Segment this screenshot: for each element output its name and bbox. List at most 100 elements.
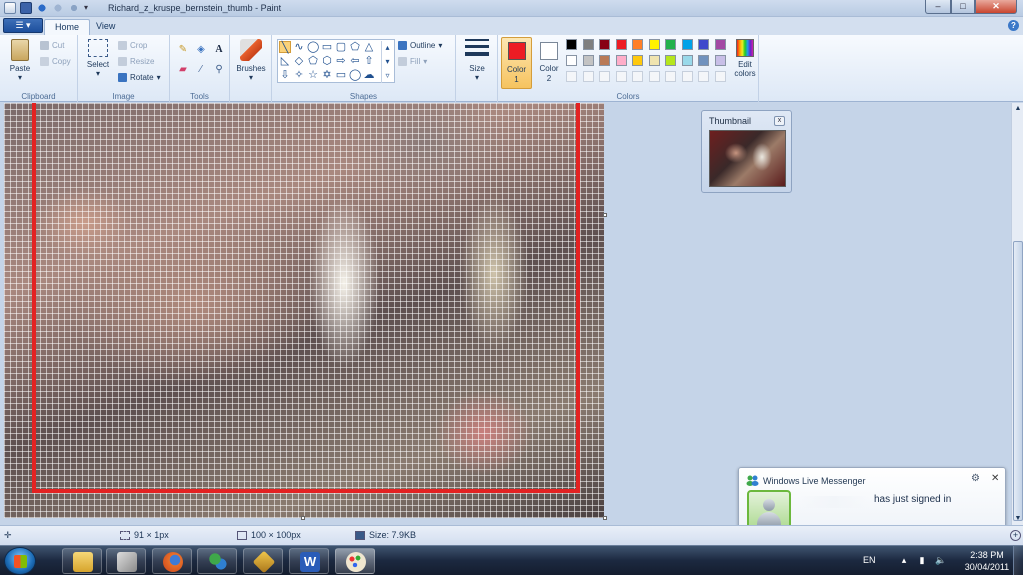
print-preview-icon[interactable] xyxy=(68,2,80,14)
right-arrow-shape-icon[interactable]: ⇨ xyxy=(335,55,347,67)
palette-swatch[interactable] xyxy=(714,55,726,66)
paint-menu-button[interactable]: ☰ ▾ xyxy=(3,18,43,33)
custom-color-slot[interactable] xyxy=(566,71,577,82)
color2-button[interactable]: Color 2 xyxy=(535,37,563,89)
pentagon-shape-icon[interactable]: ⬠ xyxy=(307,55,319,67)
messenger-close-icon[interactable]: ✕ xyxy=(991,473,999,484)
taskbar-explorer-button[interactable] xyxy=(62,548,102,574)
right-triangle-shape-icon[interactable]: ◺ xyxy=(279,55,291,67)
left-arrow-shape-icon[interactable]: ⇦ xyxy=(349,55,361,67)
taskbar-paint-button[interactable] xyxy=(335,548,375,574)
palette-swatch[interactable] xyxy=(665,39,676,50)
taskbar-network-button[interactable] xyxy=(106,548,146,574)
scroll-up-icon[interactable]: ▲ xyxy=(1013,104,1023,114)
custom-color-slot[interactable] xyxy=(698,71,709,82)
clock-time[interactable]: 2:38 PM xyxy=(957,550,1017,560)
four-point-star-shape-icon[interactable]: ✧ xyxy=(293,69,305,81)
rectangle-shape-icon[interactable]: ▭ xyxy=(321,41,333,53)
eraser-icon[interactable]: ▰ xyxy=(176,63,190,77)
vertical-scrollbar[interactable]: ▲ ▼ xyxy=(1011,103,1023,525)
palette-swatch[interactable] xyxy=(615,39,627,50)
custom-color-slot[interactable] xyxy=(681,71,693,82)
help-icon[interactable]: ? xyxy=(1008,20,1019,31)
custom-color-slot[interactable] xyxy=(665,71,676,82)
close-button[interactable]: ✕ xyxy=(975,0,1017,14)
crop-button[interactable]: Crop xyxy=(118,41,147,50)
cloud-callout-shape-icon[interactable]: ☁ xyxy=(363,69,375,81)
palette-swatch[interactable] xyxy=(599,39,610,50)
custom-color-slot[interactable] xyxy=(648,71,660,82)
callout-oval-shape-icon[interactable]: ◯ xyxy=(349,69,361,81)
color-picker-icon[interactable]: ⁄ xyxy=(194,63,208,77)
scroll-down-icon[interactable]: ▼ xyxy=(1013,514,1023,524)
shapes-scroll-icon[interactable]: ▴ ▾ ▿ xyxy=(381,41,393,83)
pencil-icon[interactable]: ✎ xyxy=(176,43,190,57)
custom-color-slot[interactable] xyxy=(714,71,726,82)
zoom-in-icon[interactable]: + xyxy=(1010,530,1021,541)
palette-swatch[interactable] xyxy=(615,55,627,66)
minimize-button[interactable]: – xyxy=(925,0,951,14)
fill-bucket-icon[interactable]: ◈ xyxy=(194,43,208,57)
palette-swatch[interactable] xyxy=(582,55,594,66)
rounded-rectangle-shape-icon[interactable]: ▢ xyxy=(335,41,347,53)
polygon-shape-icon[interactable]: ⬠ xyxy=(349,41,361,53)
custom-color-slot[interactable] xyxy=(582,71,594,82)
taskbar-word-button[interactable]: W xyxy=(289,548,329,574)
diamond-shape-icon[interactable]: ◇ xyxy=(293,55,305,67)
palette-swatch[interactable] xyxy=(566,55,577,66)
vertical-scroll-thumb[interactable] xyxy=(1013,241,1023,521)
text-tool-icon[interactable]: A xyxy=(212,43,226,57)
cut-button[interactable]: Cut xyxy=(40,41,64,50)
palette-swatch[interactable] xyxy=(632,55,643,66)
curve-shape-icon[interactable]: ∿ xyxy=(293,41,305,53)
taskbar-firefox-button[interactable] xyxy=(152,548,192,574)
five-point-star-shape-icon[interactable]: ☆ xyxy=(307,69,319,81)
show-hidden-icons-icon[interactable]: ▴ xyxy=(899,555,909,565)
volume-icon[interactable]: 🔈 xyxy=(935,555,946,565)
palette-swatch[interactable] xyxy=(714,39,726,50)
down-arrow-shape-icon[interactable]: ⇩ xyxy=(279,69,291,81)
fill-button[interactable]: Fill ▾ xyxy=(398,57,427,66)
palette-swatch[interactable] xyxy=(681,39,693,50)
qat-dropdown-icon[interactable]: ▾ xyxy=(84,2,92,14)
tab-home[interactable]: Home xyxy=(44,19,91,35)
magnifier-icon[interactable]: ⚲ xyxy=(212,63,226,77)
palette-swatch[interactable] xyxy=(648,55,660,66)
canvas-workspace[interactable] xyxy=(0,103,1011,525)
thumbnail-window[interactable]: Thumbnail x xyxy=(701,110,792,193)
maximize-button[interactable]: □ xyxy=(951,0,975,14)
palette-swatch[interactable] xyxy=(698,39,709,50)
palette-swatch[interactable] xyxy=(566,39,577,50)
paste-button[interactable]: Paste ▾ xyxy=(6,39,34,82)
taskbar-messenger-button[interactable] xyxy=(197,548,237,574)
palette-swatch[interactable] xyxy=(698,55,709,66)
brushes-button[interactable]: Brushes ▾ xyxy=(234,39,268,82)
custom-color-slot[interactable] xyxy=(599,71,610,82)
six-point-star-shape-icon[interactable]: ✡ xyxy=(321,69,333,81)
line-shape-icon[interactable]: ╲ xyxy=(279,41,291,54)
palette-swatch[interactable] xyxy=(681,55,693,66)
show-desktop-button[interactable] xyxy=(1013,546,1023,575)
paint-app-icon[interactable] xyxy=(4,2,16,14)
save-icon[interactable] xyxy=(20,2,32,14)
palette-swatch[interactable] xyxy=(599,55,610,66)
rotate-button[interactable]: Rotate ▾ xyxy=(118,73,161,82)
language-indicator[interactable]: EN xyxy=(863,555,876,565)
palette-swatch[interactable] xyxy=(632,39,643,50)
taskbar-winamp-button[interactable] xyxy=(243,548,283,574)
custom-color-slot[interactable] xyxy=(632,71,643,82)
up-arrow-shape-icon[interactable]: ⇧ xyxy=(363,55,375,67)
shapes-gallery[interactable]: ╲ ∿ ◯ ▭ ▢ ⬠ △ ◺ ◇ ⬠ ⬡ ⇨ ⇦ ⇧ ⇩ ✧ ☆ ✡ ▭ ◯ … xyxy=(277,39,395,83)
network-signal-icon[interactable]: ▮ xyxy=(917,555,927,565)
color1-button[interactable]: Color 1 xyxy=(501,37,532,89)
edit-colors-button[interactable]: Edit colors xyxy=(732,39,758,78)
start-button[interactable] xyxy=(4,547,36,575)
oval-shape-icon[interactable]: ◯ xyxy=(307,41,319,53)
outline-button[interactable]: Outline ▾ xyxy=(398,41,442,50)
canvas-resize-handle-right[interactable] xyxy=(603,213,607,217)
size-button[interactable]: Size ▾ xyxy=(462,39,492,82)
copy-button[interactable]: Copy xyxy=(40,57,71,66)
hexagon-shape-icon[interactable]: ⬡ xyxy=(321,55,333,67)
gear-icon[interactable]: ⚙ xyxy=(971,473,980,484)
drawing-canvas[interactable] xyxy=(4,103,604,518)
